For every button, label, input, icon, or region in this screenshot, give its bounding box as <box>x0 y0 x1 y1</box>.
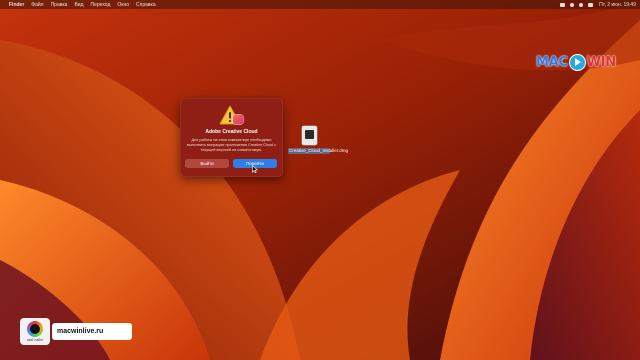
menu-bar: Finder Файл Правка Вид Переход Окно Спра… <box>0 0 640 9</box>
channel-logo: мой сайт <box>20 318 50 345</box>
creative-cloud-icon <box>233 115 243 124</box>
watermark-mac-text: MAC <box>536 54 568 70</box>
menu-window[interactable]: Окно <box>117 2 129 8</box>
channel-logo-icon <box>27 321 43 337</box>
menu-help[interactable]: Справка <box>136 2 156 8</box>
menu-go[interactable]: Переход <box>91 2 111 8</box>
menu-file[interactable]: Файл <box>31 2 43 8</box>
battery-icon[interactable] <box>560 2 566 7</box>
adobe-migration-alert: Adobe Creative Cloud Для работы на этом … <box>180 98 283 177</box>
logo-caption: мой сайт <box>27 338 43 342</box>
search-icon[interactable] <box>579 2 584 7</box>
menubar-clock[interactable]: Пт, 2 июн. 19:49 <box>599 2 636 8</box>
watermark-win-text: WIN <box>586 54 616 70</box>
dialog-title: Adobe Creative Cloud <box>205 129 258 135</box>
exit-button[interactable]: Выйти <box>185 159 229 168</box>
site-url: macwinlive.ru <box>52 323 132 340</box>
wifi-icon[interactable] <box>570 2 575 7</box>
file-name-label[interactable]: Creative_Cloud_Installer.dmg <box>288 148 348 154</box>
dmg-file-icon[interactable] <box>301 126 317 145</box>
menu-edit[interactable]: Правка <box>51 2 68 8</box>
site-badge: мой сайт macwinlive.ru <box>20 318 132 345</box>
menu-view[interactable]: Вид <box>74 2 83 8</box>
menu-finder[interactable]: Finder <box>9 2 24 8</box>
mouse-pointer-icon <box>252 165 258 173</box>
control-center-icon[interactable] <box>588 2 594 7</box>
play-icon <box>569 54 585 70</box>
dialog-message: Для работы на этом компьютере необходимо… <box>186 138 277 152</box>
desktop-file-installer[interactable]: Creative_Cloud_Installer.dmg <box>288 126 348 154</box>
status-area: Пт, 2 июн. 19:49 <box>555 2 636 8</box>
macwin-watermark-logo: MAC WIN <box>536 53 622 71</box>
